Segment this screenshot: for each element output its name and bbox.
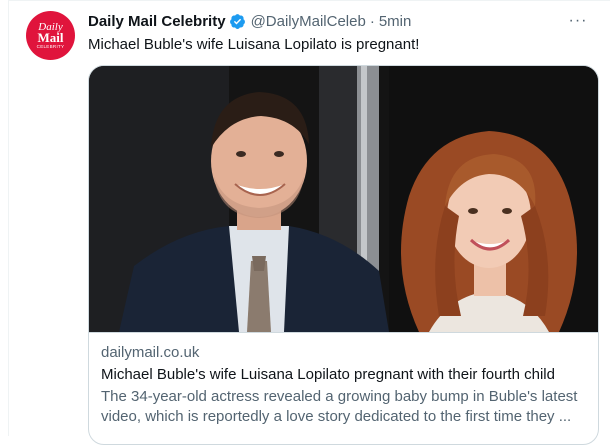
card-image[interactable]	[89, 66, 599, 332]
avatar[interactable]: Daily Mail CELEBRITY	[26, 11, 75, 60]
more-horizontal-icon[interactable]: ···	[566, 9, 590, 33]
verified-badge-icon	[229, 13, 245, 29]
card-description: The 34-year-old actress revealed a growi…	[101, 388, 578, 425]
link-card[interactable]: dailymail.co.uk Michael Buble's wife Lui…	[88, 65, 599, 445]
avatar-logo-line2: Mail	[37, 29, 64, 45]
avatar-logo-line3: CELEBRITY	[36, 43, 65, 49]
card-info: dailymail.co.uk Michael Buble's wife Lui…	[89, 332, 598, 427]
card-domain: dailymail.co.uk	[101, 344, 200, 361]
display-name[interactable]: Daily Mail Celebrity	[88, 13, 226, 30]
card-title: Michael Buble's wife Luisana Lopilato pr…	[101, 366, 555, 383]
tweet-text: Michael Buble's wife Luisana Lopilato is…	[88, 36, 420, 53]
separator-dot: ·	[369, 12, 375, 30]
tweet-header: Daily Mail Celebrity @DailyMailCeleb · 5…	[88, 11, 594, 31]
handle[interactable]: @DailyMailCeleb	[251, 13, 366, 30]
timestamp[interactable]: 5min	[379, 13, 412, 30]
tweet[interactable]: Daily Mail CELEBRITY Daily Mail Celebrit…	[8, 0, 610, 445]
